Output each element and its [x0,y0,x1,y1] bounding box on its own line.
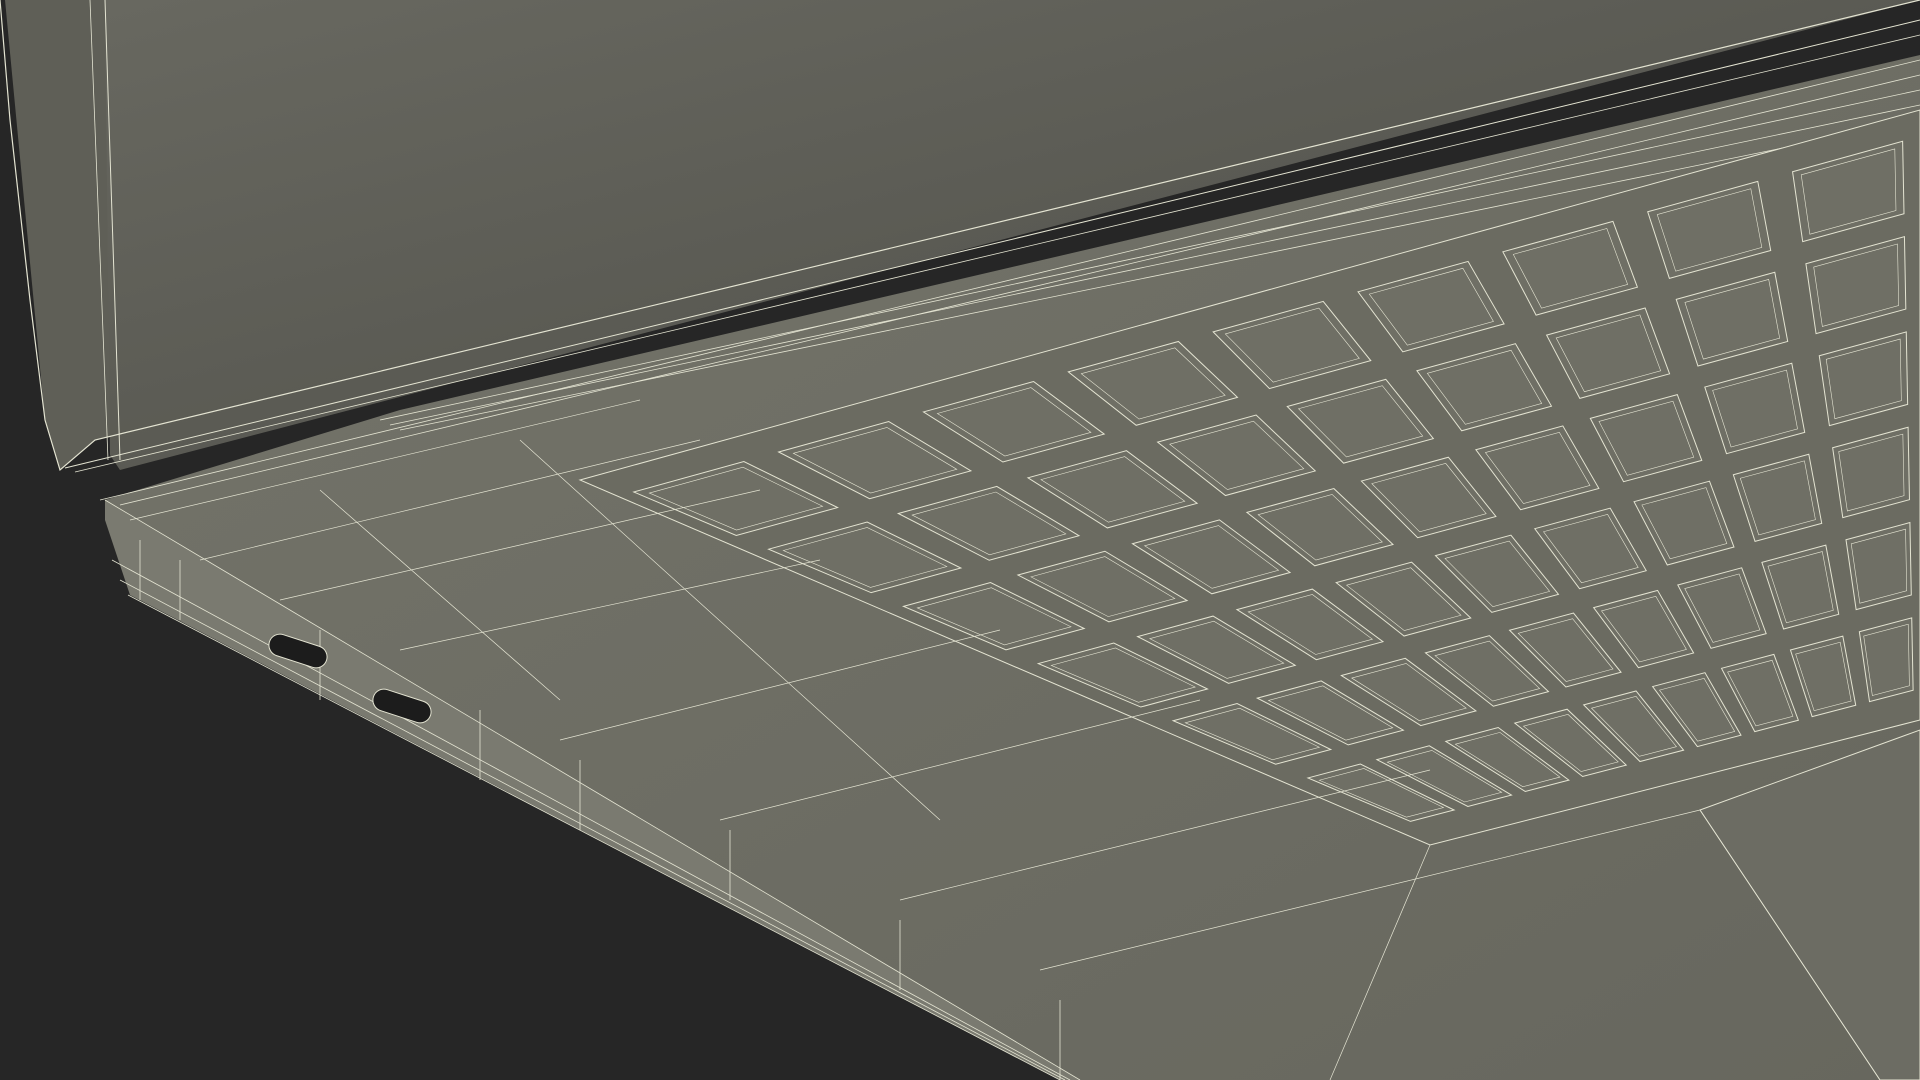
laptop-wireframe-render [0,0,1920,1080]
wireframe-render-viewport [0,0,1920,1080]
